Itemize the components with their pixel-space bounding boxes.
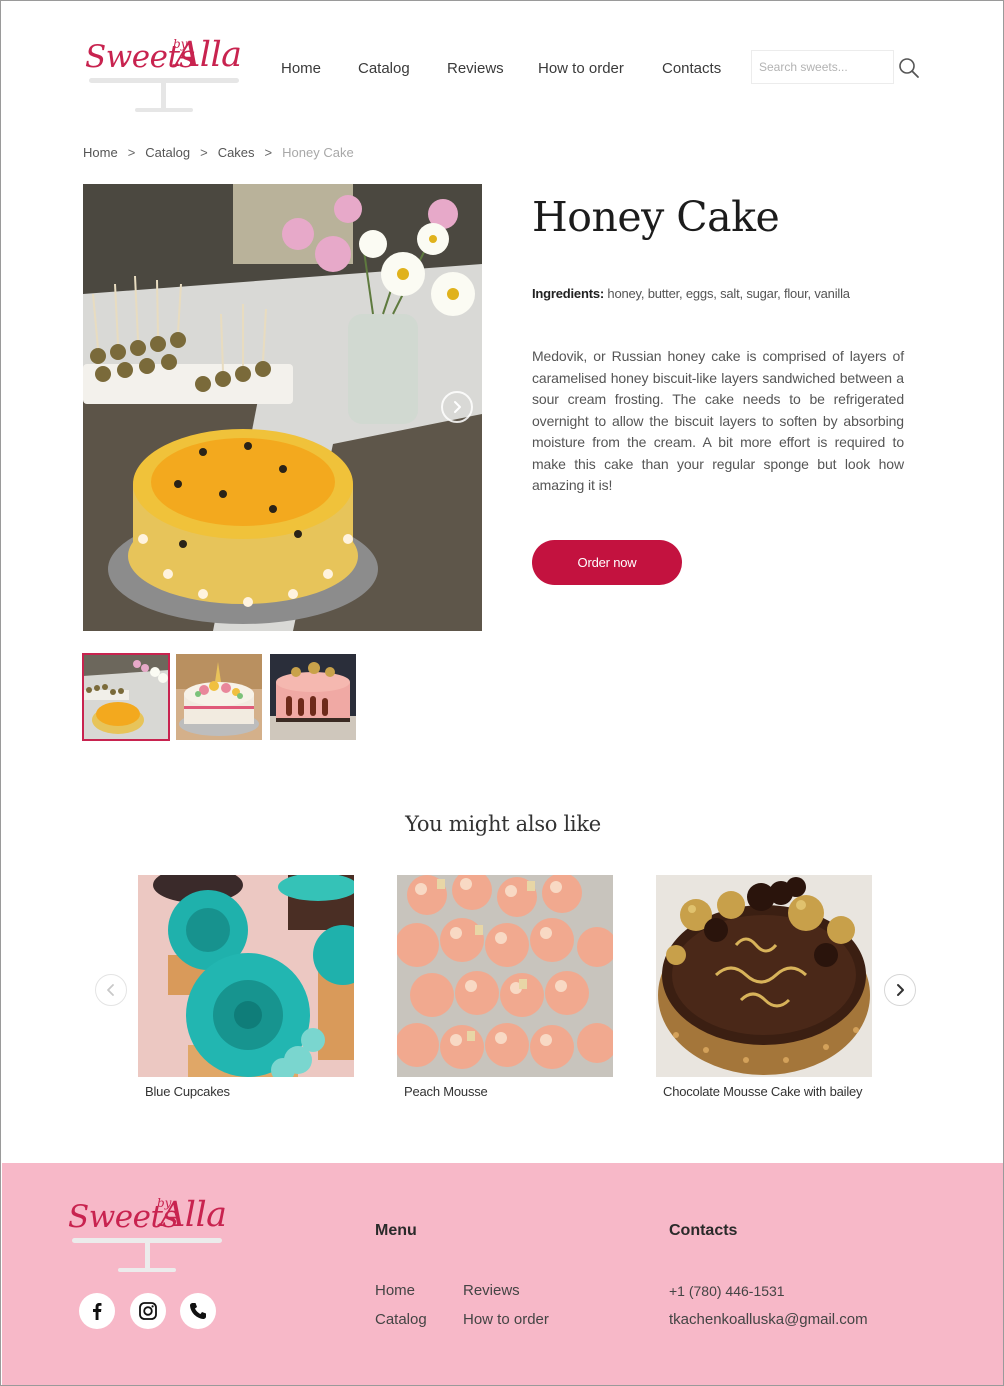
product-ingredients: Ingredients: honey, butter, eggs, salt, … bbox=[532, 286, 850, 301]
page-frame: Sweets by Alla Home Catalog Reviews How … bbox=[0, 0, 1004, 1386]
related-card-image bbox=[138, 875, 354, 1077]
related-card-blue-cupcakes[interactable]: Blue Cupcakes bbox=[138, 875, 354, 1099]
thumbnail-1[interactable] bbox=[82, 653, 170, 741]
related-section-title: You might also like bbox=[405, 812, 601, 836]
search-input[interactable] bbox=[751, 50, 894, 84]
order-now-button[interactable]: Order now bbox=[532, 540, 682, 585]
related-card-chocolate-mousse[interactable]: Chocolate Mousse Cake with bailey bbox=[656, 875, 872, 1099]
ingredients-label: Ingredients: bbox=[532, 286, 604, 301]
thumbnail-2[interactable] bbox=[176, 654, 262, 740]
nav-reviews[interactable]: Reviews bbox=[447, 60, 504, 77]
logo-text-alla: Alla bbox=[160, 1195, 227, 1235]
nav-catalog[interactable]: Catalog bbox=[358, 60, 410, 77]
nav-home[interactable]: Home bbox=[281, 60, 321, 77]
product-main-image bbox=[83, 184, 482, 631]
image-next-arrow[interactable] bbox=[441, 391, 473, 423]
cake-stand-stem bbox=[145, 1242, 150, 1268]
header-logo[interactable]: Sweets by Alla bbox=[83, 31, 243, 116]
breadcrumb: Home > Catalog > Cakes > Honey Cake bbox=[83, 145, 354, 160]
nav-contacts[interactable]: Contacts bbox=[662, 60, 721, 77]
footer-logo[interactable]: Sweets by Alla bbox=[68, 1191, 228, 1276]
related-card-name: Blue Cupcakes bbox=[145, 1084, 230, 1099]
cake-stand-base bbox=[118, 1268, 176, 1272]
breadcrumb-cakes[interactable]: Cakes bbox=[218, 145, 255, 160]
facebook-icon[interactable] bbox=[79, 1293, 115, 1329]
breadcrumb-home[interactable]: Home bbox=[83, 145, 118, 160]
phone-icon[interactable] bbox=[180, 1293, 216, 1329]
related-card-name: Chocolate Mousse Cake with bailey bbox=[663, 1084, 863, 1099]
product-title: Honey Cake bbox=[532, 193, 780, 241]
breadcrumb-catalog[interactable]: Catalog bbox=[145, 145, 190, 160]
footer-link-home[interactable]: Home bbox=[375, 1282, 415, 1299]
related-card-name: Peach Mousse bbox=[404, 1084, 488, 1099]
cake-stand-base bbox=[135, 108, 193, 112]
logo-text-alla: Alla bbox=[175, 35, 242, 75]
carousel-prev-arrow[interactable] bbox=[95, 974, 127, 1006]
ingredients-list: honey, butter, eggs, salt, sugar, flour,… bbox=[607, 286, 850, 301]
instagram-icon[interactable] bbox=[130, 1293, 166, 1329]
cake-stand-stem bbox=[161, 82, 166, 108]
search-icon[interactable] bbox=[898, 57, 920, 79]
breadcrumb-separator: > bbox=[200, 145, 208, 160]
breadcrumb-current: Honey Cake bbox=[282, 145, 354, 160]
related-card-peach-mousse[interactable]: Peach Mousse bbox=[397, 875, 613, 1099]
footer-link-how-to-order[interactable]: How to order bbox=[463, 1311, 549, 1328]
footer-contacts-title: Contacts bbox=[669, 1222, 738, 1239]
footer-link-reviews[interactable]: Reviews bbox=[463, 1282, 520, 1299]
carousel-next-arrow[interactable] bbox=[884, 974, 916, 1006]
thumbnail-3[interactable] bbox=[270, 654, 356, 740]
breadcrumb-separator: > bbox=[264, 145, 273, 160]
related-card-image bbox=[397, 875, 613, 1077]
footer-phone[interactable]: +1 (780) 446-1531 bbox=[669, 1283, 785, 1299]
footer: Sweets by Alla Menu Home Reviews Catalog… bbox=[2, 1163, 1003, 1385]
footer-email[interactable]: tkachenkoalluska@gmail.com bbox=[669, 1311, 868, 1328]
related-card-image bbox=[656, 875, 872, 1077]
nav-how-to-order[interactable]: How to order bbox=[538, 60, 624, 77]
footer-menu-title: Menu bbox=[375, 1222, 417, 1239]
product-description: Medovik, or Russian honey cake is compri… bbox=[532, 348, 904, 493]
breadcrumb-separator: > bbox=[127, 145, 136, 160]
footer-link-catalog[interactable]: Catalog bbox=[375, 1311, 427, 1328]
